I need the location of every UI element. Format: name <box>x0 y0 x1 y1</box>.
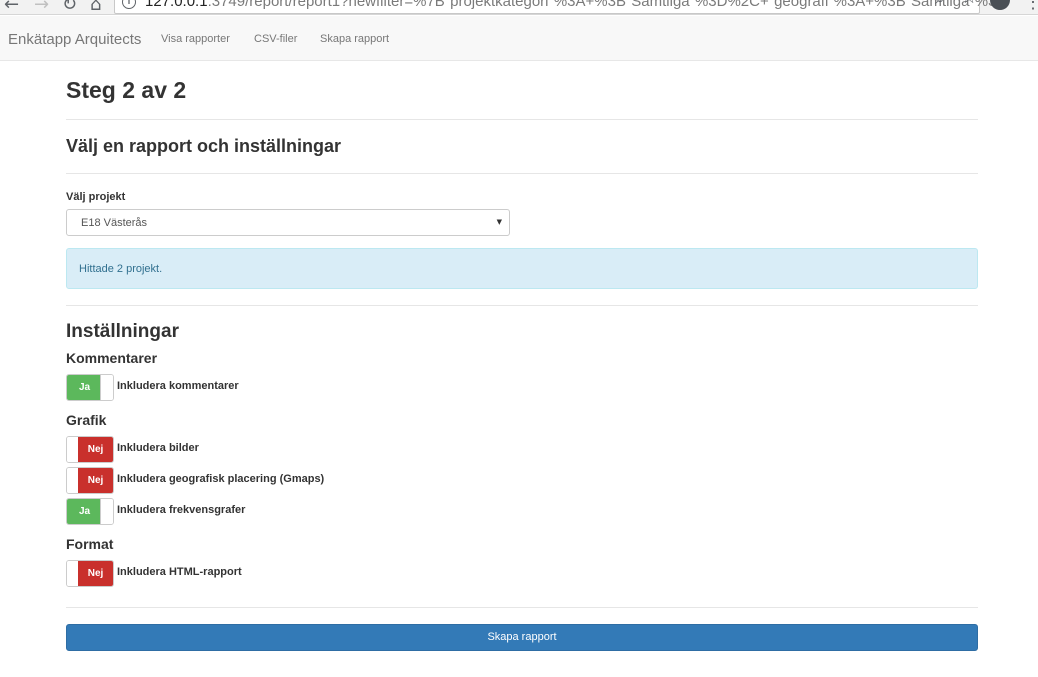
project-select[interactable]: E18 Västerås ▼ <box>66 209 510 236</box>
toggle-knob <box>100 375 113 400</box>
nav-link-csv-files[interactable]: CSV-filer <box>254 33 297 45</box>
star-icon[interactable]: ☆ <box>961 0 977 8</box>
chevron-down-icon: ▼ <box>496 218 502 226</box>
toggle-include-geo[interactable]: Nej <box>66 467 114 494</box>
divider <box>66 119 978 120</box>
url-path: :3749/report/report1?newfilter=%7B"proje… <box>207 0 1001 10</box>
toggle-label-include-comments: Inkludera kommentarer <box>117 380 239 392</box>
divider <box>66 173 978 174</box>
brand-link[interactable]: Enkätapp Arquitects <box>8 31 141 48</box>
app-navbar: Enkätapp Arquitects Visa rapporter CSV-f… <box>0 16 1038 61</box>
toggle-label-include-geo: Inkludera geografisk placering (Gmaps) <box>117 473 325 485</box>
create-report-button[interactable]: Skapa rapport <box>66 624 978 651</box>
group-title-format: Format <box>66 536 114 552</box>
divider <box>66 607 978 608</box>
toggle-state: Ja <box>67 499 102 524</box>
url-text[interactable]: 127.0.0.1:3749/report/report1?newfilter=… <box>145 0 1001 10</box>
info-alert: Hittade 2 projekt. <box>66 248 978 289</box>
toggle-knob <box>100 499 113 524</box>
reload-icon[interactable]: ↻ <box>62 0 77 14</box>
nav-link-view-reports[interactable]: Visa rapporter <box>161 33 230 45</box>
address-bar[interactable]: i 127.0.0.1:3749/report/report1?newfilte… <box>114 0 1001 14</box>
section-title: Välj en rapport och inställningar <box>66 136 342 156</box>
info-icon[interactable]: i <box>122 0 136 9</box>
toggle-label-include-images: Inkludera bilder <box>117 442 199 454</box>
group-title-comments: Kommentarer <box>66 350 158 366</box>
toggle-include-frequency[interactable]: Ja <box>66 498 114 525</box>
home-icon[interactable]: ⌂ <box>90 0 101 14</box>
zoom-icon[interactable]: ⌕ <box>935 0 945 9</box>
toggle-include-comments[interactable]: Ja <box>66 374 114 401</box>
toggle-state: Nej <box>78 561 113 586</box>
project-select-value: E18 Västerås <box>81 217 148 229</box>
alert-text: Hittade 2 projekt. <box>79 263 163 275</box>
forward-icon[interactable]: → <box>34 0 49 14</box>
nav-link-create-report[interactable]: Skapa rapport <box>320 33 389 45</box>
toggle-state: Nej <box>78 437 113 462</box>
toggle-state: Nej <box>78 468 113 493</box>
page-title: Steg 2 av 2 <box>66 77 187 103</box>
divider <box>66 305 978 306</box>
toggle-label-include-frequency: Inkludera frekvensgrafer <box>117 504 246 516</box>
browser-toolbar: ← → ↻ ⌂ i 127.0.0.1:3749/report/report1?… <box>0 0 1038 15</box>
back-icon[interactable]: ← <box>4 0 19 14</box>
url-host: 127.0.0.1 <box>145 0 208 10</box>
project-label: Välj projekt <box>66 191 126 203</box>
toggle-label-include-html: Inkludera HTML-rapport <box>117 566 242 578</box>
settings-title: Inställningar <box>66 321 179 342</box>
toggle-state: Ja <box>67 375 102 400</box>
menu-icon[interactable]: ⋮ <box>1024 0 1038 13</box>
toggle-include-images[interactable]: Nej <box>66 436 114 463</box>
group-title-graphics: Grafik <box>66 412 107 428</box>
toggle-include-html[interactable]: Nej <box>66 560 114 587</box>
